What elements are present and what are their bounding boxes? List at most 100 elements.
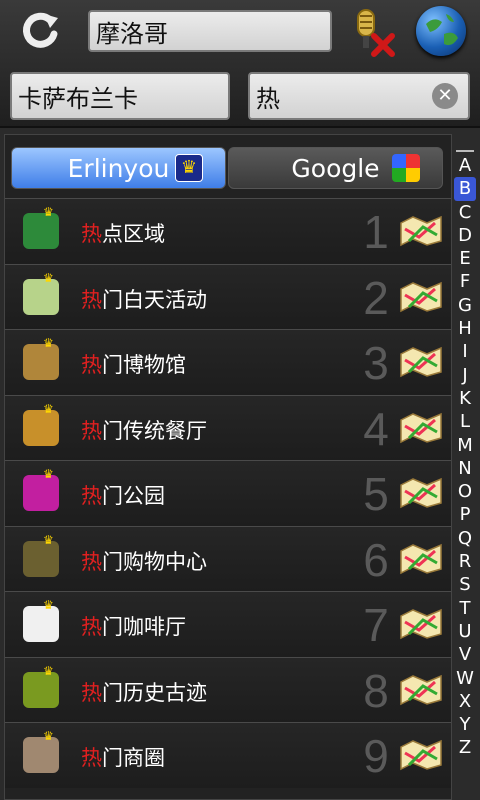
alphabet-letter-t[interactable]: T	[454, 597, 476, 620]
map-icon[interactable]	[399, 477, 443, 509]
alphabet-letter-j[interactable]: J	[454, 364, 476, 387]
keyword-value: 热	[256, 84, 280, 113]
list-item[interactable]: ♛ 热门公园 5	[5, 460, 451, 526]
keyword-highlight: 热	[81, 418, 102, 443]
alphabet-letter-p[interactable]: P	[454, 503, 476, 526]
list-item[interactable]: ♛ 热门咖啡厅 7	[5, 591, 451, 657]
list-item-label: 热门历史古迹	[81, 677, 207, 707]
list-item[interactable]: ♛ 热门传统餐厅 4	[5, 394, 451, 460]
keyword-highlight: 热	[81, 484, 102, 508]
alphabet-index[interactable]: ABCDEFGHIJKLMNOPQRSTUVWXYZ	[452, 138, 478, 778]
erlinyou-logo-icon: ♛	[175, 154, 203, 182]
crown-icon: ♛	[43, 729, 54, 743]
list-item-number: 9	[363, 730, 389, 782]
results-list: ♛ 热点区域 1 ♛ 热门白天活动 2 ♛ 热门博物馆 3 ♛ 热门传统餐厅 4 ♛ 热门公园 5 ♛ 热门购物…	[5, 198, 451, 788]
alphabet-letter-k[interactable]: K	[454, 387, 476, 410]
alphabet-letter-n[interactable]: N	[454, 457, 476, 480]
list-item-label-rest: 门公园	[102, 484, 165, 508]
alphabet-letter-g[interactable]: G	[454, 294, 476, 317]
list-item-label: 热门博物馆	[81, 349, 186, 379]
alphabet-letter-y[interactable]: Y	[454, 713, 476, 736]
list-item-label-rest: 点区域	[102, 222, 165, 246]
keyword-highlight: 热	[81, 615, 102, 639]
alphabet-letter-q[interactable]: Q	[454, 527, 476, 550]
alphabet-letter-h[interactable]: H	[454, 317, 476, 340]
tab-google-label: Google	[291, 153, 380, 183]
list-item-number: 3	[363, 337, 389, 389]
alphabet-letter-l[interactable]: L	[454, 410, 476, 433]
alphabet-letter-f[interactable]: F	[454, 270, 476, 293]
alphabet-letter-z[interactable]: Z	[454, 736, 476, 759]
list-item[interactable]: ♛ 热门历史古迹 8	[5, 656, 451, 722]
map-icon[interactable]	[399, 608, 443, 640]
crown-icon: ♛	[43, 467, 54, 481]
voice-input-button[interactable]	[346, 6, 396, 58]
list-item-label-rest: 门博物馆	[102, 353, 186, 377]
alphabet-letter-o[interactable]: O	[454, 480, 476, 503]
map-icon[interactable]	[399, 215, 443, 247]
list-item-label-rest: 门传统餐厅	[102, 418, 207, 443]
alphabet-letter-s[interactable]: S	[454, 573, 476, 596]
list-item[interactable]: ♛ 热门购物中心 6	[5, 525, 451, 591]
list-item-number: 5	[363, 468, 389, 520]
top-bar: 摩洛哥 卡萨布兰卡 热 ✕	[0, 0, 480, 128]
list-item-label: 热点区域	[81, 218, 165, 248]
alphabet-letter-i[interactable]: I	[454, 340, 476, 363]
alphabet-letter-e[interactable]: E	[454, 247, 476, 270]
keyword-highlight: 热	[81, 680, 102, 705]
list-item[interactable]: ♛ 热门商圈 9	[5, 722, 451, 788]
list-item[interactable]: ♛ 热点区域 1	[5, 198, 451, 264]
list-item[interactable]: ♛ 热门白天活动 2	[5, 263, 451, 329]
city-field[interactable]: 摩洛哥	[88, 10, 332, 52]
source-tabs: Erlinyou ♛ Google	[11, 147, 443, 189]
crown-icon: ♛	[43, 205, 54, 219]
list-item-number: 2	[363, 271, 389, 324]
alphabet-letter-x[interactable]: X	[454, 690, 476, 713]
location-field[interactable]: 卡萨布兰卡	[10, 72, 230, 120]
list-item-label: 热门商圈	[81, 742, 165, 772]
clear-icon[interactable]: ✕	[432, 83, 458, 109]
list-item-label: 热门传统餐厅	[81, 415, 207, 445]
list-item-number: 4	[363, 402, 389, 455]
alphabet-letter-v[interactable]: V	[454, 643, 476, 666]
crown-icon: ♛	[43, 598, 54, 612]
globe-icon[interactable]	[416, 6, 466, 56]
tab-erlinyou-label: Erlinyou	[67, 153, 170, 183]
microphone-muted-icon	[357, 9, 395, 57]
alphabet-index-header	[456, 138, 474, 152]
keyword-highlight: 热	[81, 549, 102, 574]
list-item-label: 热门咖啡厅	[81, 611, 186, 641]
tab-erlinyou[interactable]: Erlinyou ♛	[11, 147, 226, 189]
crown-icon: ♛	[43, 270, 54, 285]
map-icon[interactable]	[399, 674, 443, 706]
keyword-highlight: 热	[81, 287, 102, 312]
keyword-highlight: 热	[81, 222, 102, 246]
keyword-search-input[interactable]: 热 ✕	[248, 72, 470, 120]
map-icon[interactable]	[399, 281, 443, 313]
map-icon[interactable]	[399, 739, 443, 771]
map-icon[interactable]	[399, 412, 443, 444]
keyword-highlight: 热	[81, 746, 102, 770]
alphabet-letter-c[interactable]: C	[454, 201, 476, 224]
list-item-label: 热门购物中心	[81, 546, 207, 576]
refresh-button[interactable]	[14, 6, 70, 58]
alphabet-letter-w[interactable]: W	[454, 667, 476, 690]
alphabet-letter-d[interactable]: D	[454, 224, 476, 247]
list-item-number: 6	[363, 533, 389, 586]
alphabet-letter-b[interactable]: B	[454, 177, 476, 201]
city-field-value: 摩洛哥	[96, 19, 168, 48]
map-icon[interactable]	[399, 543, 443, 575]
results-panel: Erlinyou ♛ Google ♛ 热点区域 1 ♛ 热门白天活动 2 ♛ 热门博物馆 3 ♛…	[4, 134, 452, 800]
list-item-label: 热门公园	[81, 480, 165, 510]
tab-google[interactable]: Google	[228, 147, 443, 189]
list-item-number: 7	[363, 599, 389, 651]
google-logo-icon	[392, 154, 420, 182]
list-item[interactable]: ♛ 热门博物馆 3	[5, 329, 451, 395]
list-item-label-rest: 门白天活动	[102, 287, 207, 312]
alphabet-letter-r[interactable]: R	[454, 550, 476, 573]
alphabet-letter-u[interactable]: U	[454, 620, 476, 643]
crown-icon: ♛	[43, 401, 54, 416]
alphabet-letter-a[interactable]: A	[454, 154, 476, 177]
alphabet-letter-m[interactable]: M	[454, 434, 476, 457]
map-icon[interactable]	[399, 346, 443, 378]
